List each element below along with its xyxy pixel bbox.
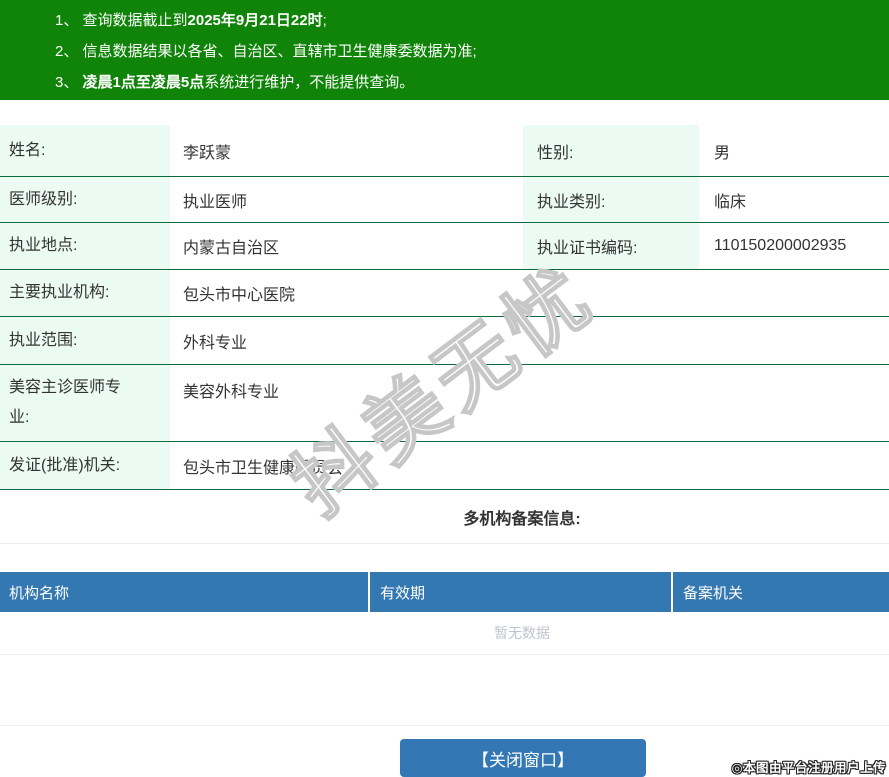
footer-divider [0, 725, 889, 726]
field-value: 李跃蒙 [183, 144, 232, 162]
field-label: 医师级别: [0, 177, 170, 222]
field-label: 性别: [523, 125, 699, 176]
close-window-button[interactable]: 【关闭窗口】 [400, 739, 646, 777]
empty-state-text: 暂无数据 [0, 612, 889, 655]
field-value: 男 [714, 144, 731, 162]
field-label: 执业类别: [523, 177, 699, 222]
field-label: 主要执业机构: [0, 270, 170, 316]
record-table-header: 机构名称 有效期 备案机关 [0, 572, 889, 612]
field-value: 执业医师 [183, 193, 248, 211]
notice-line: 2、 信息数据结果以各省、自治区、直辖市卫生健康委数据为准; [55, 43, 477, 60]
field-label: 姓名: [0, 125, 170, 176]
notice-line: 1、 查询数据截止到2025年9月21日22时; [55, 12, 327, 29]
field-value: 美容外科专业 [183, 384, 280, 401]
info-row: 美容主诊医师专业: 美容外科专业 [0, 365, 889, 442]
section-divider [0, 543, 889, 544]
info-row: 主要执业机构: 包头市中心医院 [0, 270, 889, 317]
info-row: 姓名: 李跃蒙 性别: 男 [0, 125, 889, 177]
field-value: 110150200002935 [714, 237, 847, 254]
field-label: 执业范围: [0, 317, 170, 364]
field-value: 包头市中心医院 [183, 287, 296, 304]
notice-line: 3、 凌晨1点至凌晨5点系统进行维护，不能提供查询。 [55, 74, 415, 91]
field-value: 包头市卫生健康委员会 [183, 459, 344, 477]
field-label: 发证(批准)机关: [0, 442, 170, 489]
field-label: 执业证书编码: [523, 223, 699, 269]
field-label: 执业地点: [0, 223, 170, 269]
multi-org-record-table: 机构名称 有效期 备案机关 暂无数据 [0, 572, 889, 655]
field-value: 内蒙古自治区 [183, 240, 280, 257]
multi-org-section-title: 多机构备案信息: [463, 511, 581, 528]
field-label: 美容主诊医师专业: [0, 365, 170, 441]
field-value: 临床 [714, 193, 747, 211]
info-row: 医师级别: 执业医师 执业类别: 临床 [0, 177, 889, 223]
info-row: 执业地点: 内蒙古自治区 执业证书编码: 110150200002935 [0, 223, 889, 270]
column-header-authority: 备案机关 [683, 584, 744, 602]
column-header-validity: 有效期 [370, 572, 673, 612]
info-row: 发证(批准)机关: 包头市卫生健康委员会 [0, 442, 889, 490]
field-value: 外科专业 [183, 334, 248, 352]
practitioner-info-table: 姓名: 李跃蒙 性别: 男 医师级别: 执业医师 执业类别: 临床 执业地点: … [0, 125, 889, 490]
column-header-org-name: 机构名称 [0, 572, 370, 612]
notice-banner: 1、 查询数据截止到2025年9月21日22时; 2、 信息数据结果以各省、自治… [0, 0, 889, 100]
upload-credit-watermark: ◎本图由平台注册用户上传 [731, 761, 886, 775]
info-row: 执业范围: 外科专业 [0, 317, 889, 365]
